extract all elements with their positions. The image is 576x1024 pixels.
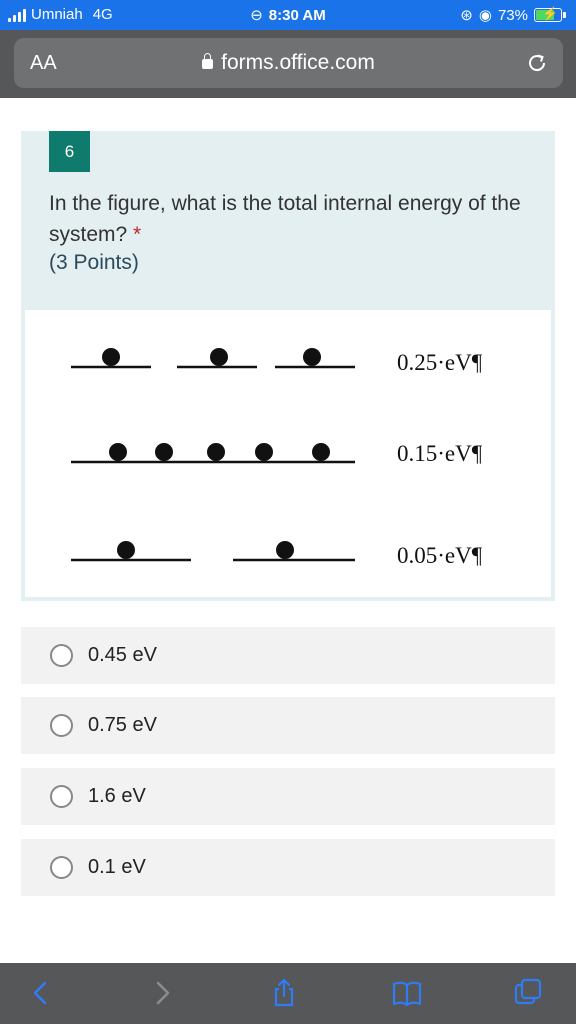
orientation-lock-icon: ⊛	[460, 7, 473, 24]
energy-label: 0.05·eV¶	[397, 543, 483, 568]
particle-dot	[276, 541, 294, 559]
status-time: 8:30 AM	[268, 7, 326, 24]
browser-address-bar: AA forms.office.com	[0, 30, 576, 98]
back-icon[interactable]	[25, 977, 57, 1009]
particle-dot	[155, 443, 173, 461]
radio-button[interactable]	[50, 644, 73, 667]
energy-label: 0.25·eV¶	[397, 350, 483, 375]
particle-dot	[303, 348, 321, 366]
question-points: (3 Points)	[49, 251, 139, 274]
energy-level-diagram: 0.25·eV¶ 0.15·eV¶ 0.05·eV¶	[71, 348, 483, 568]
share-icon[interactable]	[268, 977, 300, 1009]
question-text: In the figure, what is the total interna…	[49, 192, 521, 246]
bookmarks-icon[interactable]	[391, 977, 423, 1009]
particle-dot	[255, 443, 273, 461]
answer-option[interactable]: 1.6 eV	[21, 768, 555, 825]
radio-button[interactable]	[50, 785, 73, 808]
energy-level-figure: 0.25·eV¶ 0.15·eV¶ 0.05·eV¶	[25, 310, 551, 597]
lock-icon	[202, 53, 214, 69]
particle-dot	[207, 443, 225, 461]
status-bar: Umniah 4G ⊖ 8:30 AM ⊛ ◉ 73% ⚡	[0, 0, 576, 30]
radio-button[interactable]	[50, 856, 73, 879]
option-label: 0.75 eV	[88, 714, 157, 736]
link-icon: ⊖	[250, 7, 263, 24]
question-number-badge: 6	[49, 131, 90, 172]
required-marker: *	[133, 223, 142, 246]
reload-icon[interactable]	[525, 51, 549, 75]
url-text: forms.office.com	[221, 51, 375, 74]
option-label: 0.45 eV	[88, 644, 157, 666]
battery-icon: ⚡	[534, 6, 562, 22]
url-text-area: forms.office.com	[14, 51, 563, 75]
energy-label: 0.15·eV¶	[397, 441, 483, 466]
tabs-icon[interactable]	[512, 977, 544, 1009]
particle-dot	[210, 348, 228, 366]
alarm-icon: ◉	[478, 7, 492, 24]
radio-button[interactable]	[50, 714, 73, 737]
option-label: 0.1 eV	[88, 856, 146, 878]
battery-percent: 73%	[497, 6, 528, 24]
browser-toolbar	[0, 963, 576, 1024]
question-card: 6 In the figure, what is the total inter…	[21, 131, 555, 601]
particle-dot	[109, 443, 127, 461]
particle-dot	[312, 443, 330, 461]
answer-option[interactable]: 0.1 eV	[21, 839, 555, 896]
answer-option[interactable]: 0.45 eV	[21, 627, 555, 684]
option-label: 1.6 eV	[88, 785, 146, 807]
particle-dot	[117, 541, 135, 559]
answer-option[interactable]: 0.75 eV	[21, 697, 555, 754]
forward-icon[interactable]	[146, 977, 178, 1009]
particle-dot	[102, 348, 120, 366]
status-right: ⊛ ◉ 73% ⚡	[460, 6, 566, 24]
url-field[interactable]: AA forms.office.com	[14, 38, 563, 88]
